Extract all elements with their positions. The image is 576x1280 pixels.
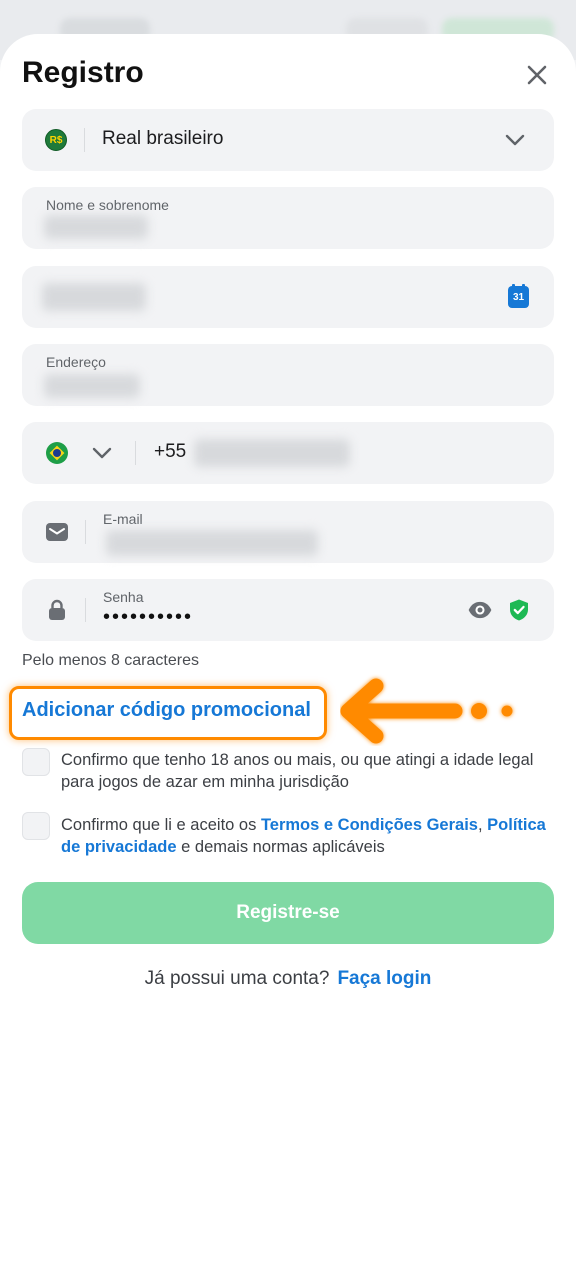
email-field[interactable]: E-mail (22, 501, 554, 563)
add-promo-code-link[interactable]: Adicionar código promocional (22, 699, 311, 722)
phone-prefix: +55 (154, 441, 187, 462)
calendar-icon-ring (522, 284, 525, 289)
terms-prefix: Confirmo que li e aceito os (61, 816, 261, 834)
divider (85, 520, 86, 544)
calendar-icon-ring (512, 284, 515, 289)
brazil-flag-icon[interactable] (46, 442, 68, 464)
terms-consent-checkbox[interactable] (22, 812, 50, 840)
registration-sheet: Registro R$ Real brasileiro Nome e sobre… (0, 34, 576, 1280)
close-icon[interactable] (522, 60, 552, 90)
envelope-icon (46, 523, 68, 541)
terms-consent-text: Confirmo que li e aceito os Termos e Con… (61, 814, 551, 858)
page-title: Registro (22, 56, 144, 89)
password-hint: Pelo menos 8 caracteres (22, 652, 199, 669)
email-label: E-mail (103, 511, 143, 527)
age-consent-text: Confirmo que tenho 18 anos ou mais, ou q… (61, 751, 534, 791)
terms-suffix: e demais normas aplicáveis (176, 838, 385, 856)
password-value: •••••••••• (103, 606, 194, 628)
birthdate-value-redacted (42, 283, 146, 311)
chevron-down-icon[interactable] (90, 441, 114, 465)
password-label: Senha (103, 589, 144, 605)
calendar-icon[interactable]: 31 (508, 284, 529, 308)
lock-icon (49, 599, 65, 620)
login-question: Já possui uma conta? (144, 968, 330, 989)
login-prompt: Já possui uma conta? Faça login (0, 968, 576, 990)
arrow-left-annotation-icon (340, 678, 513, 744)
phone-field[interactable]: +55 (22, 422, 554, 484)
shield-check-icon (510, 599, 528, 621)
divider (85, 598, 86, 622)
divider (84, 128, 85, 152)
currency-badge-text: R$ (49, 135, 63, 146)
currency-badge-icon: R$ (45, 129, 67, 151)
full-name-value-redacted (44, 215, 148, 239)
address-label: Endereço (46, 354, 106, 370)
flag-globe (53, 449, 61, 457)
phone-number-redacted (194, 439, 350, 467)
full-name-label: Nome e sobrenome (46, 197, 169, 213)
divider (135, 441, 136, 465)
login-link[interactable]: Faça login (337, 968, 431, 989)
calendar-day: 31 (512, 292, 525, 303)
terms-comma: , (477, 816, 483, 834)
chevron-down-icon (505, 134, 525, 146)
eye-icon[interactable] (467, 597, 493, 623)
address-value-redacted (44, 374, 140, 398)
currency-value: Real brasileiro (102, 128, 224, 149)
full-name-field[interactable]: Nome e sobrenome (22, 187, 554, 249)
email-value-redacted (106, 530, 318, 556)
currency-select[interactable]: R$ Real brasileiro (22, 109, 554, 171)
terms-link[interactable]: Termos e Condições Gerais (261, 816, 478, 834)
age-consent-checkbox[interactable] (22, 748, 50, 776)
birthdate-field[interactable]: 31 (22, 266, 554, 328)
register-button[interactable]: Registre-se (22, 882, 554, 944)
password-field[interactable]: Senha •••••••••• (22, 579, 554, 641)
address-field[interactable]: Endereço (22, 344, 554, 406)
